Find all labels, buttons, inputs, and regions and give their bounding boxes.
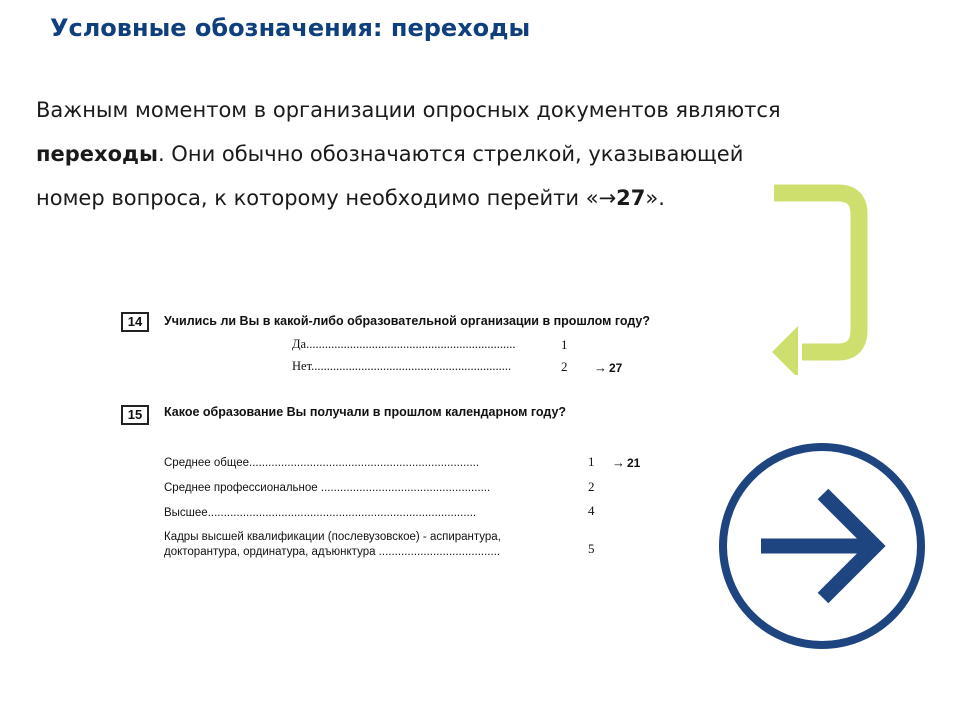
intro-line-3-post: ».: [645, 186, 665, 210]
answer-code: 1: [561, 337, 568, 352]
answer-label-line-2: докторантура, ординатура, адъюнктура ...…: [164, 546, 501, 558]
answer-code: 2: [561, 359, 568, 374]
answer-label-multiline: Кадры высшей квалификации (послевузовско…: [164, 530, 501, 560]
answer-code: 1: [588, 454, 595, 469]
intro-bold-term: переходы: [36, 142, 158, 166]
page-title: Условные обозначения: переходы: [50, 14, 531, 42]
circle-right-arrow-icon: [719, 443, 925, 649]
intro-line-3-pre: номер вопроса, к которому необходимо пер…: [36, 186, 599, 210]
answer-leader-dots: ........................................…: [317, 482, 491, 494]
answer-label: Высшее..................................…: [164, 507, 477, 519]
answer-label: Да......................................…: [292, 337, 516, 351]
skip-instruction: → 21: [612, 455, 641, 470]
answer-label-line-1: Кадры высшей квалификации (послевузовско…: [164, 531, 501, 543]
question-text: Какое образование Вы получали в прошлом …: [164, 405, 567, 419]
answer-leader-dots: ........................................…: [207, 507, 477, 519]
answer-leader-dots: ......................................: [375, 546, 501, 558]
answer-leader-dots: ........................................…: [249, 457, 480, 469]
answer-leader-dots: ........................................…: [311, 359, 512, 373]
intro-line-3: номер вопроса, к которому необходимо пер…: [36, 176, 896, 220]
intro-line-2: переходы. Они обычно обозначаются стрелк…: [36, 132, 896, 176]
answer-leader-dots: ........................................…: [306, 337, 516, 351]
answer-label: Среднее профессиональное ...............…: [164, 482, 491, 494]
intro-paragraph: Важным моментом в организации опросных д…: [36, 88, 896, 220]
skip-instruction: → 27: [594, 360, 623, 375]
curved-return-arrow-icon: [772, 184, 868, 375]
answer-code: 4: [588, 503, 595, 518]
answer-label: Нет.....................................…: [292, 359, 512, 373]
skip-arrow-icon: →: [612, 455, 625, 470]
skip-arrow-icon: →: [594, 360, 607, 375]
intro-line-1: Важным моментом в организации опросных д…: [36, 98, 781, 122]
intro-jump-number: 27: [616, 186, 646, 210]
question-text: Учились ли Вы в какой-либо образовательн…: [164, 314, 651, 328]
intro-line-2-rest: . Они обычно обозначаются стрелкой, указ…: [157, 142, 744, 166]
intro-arrow-glyph: →: [598, 186, 617, 210]
question-number-box: 14: [121, 312, 149, 332]
answer-code: 2: [588, 479, 595, 494]
answer-label: Среднее общее...........................…: [164, 457, 480, 469]
answer-code: 5: [588, 541, 595, 556]
question-number-box: 15: [121, 405, 149, 425]
